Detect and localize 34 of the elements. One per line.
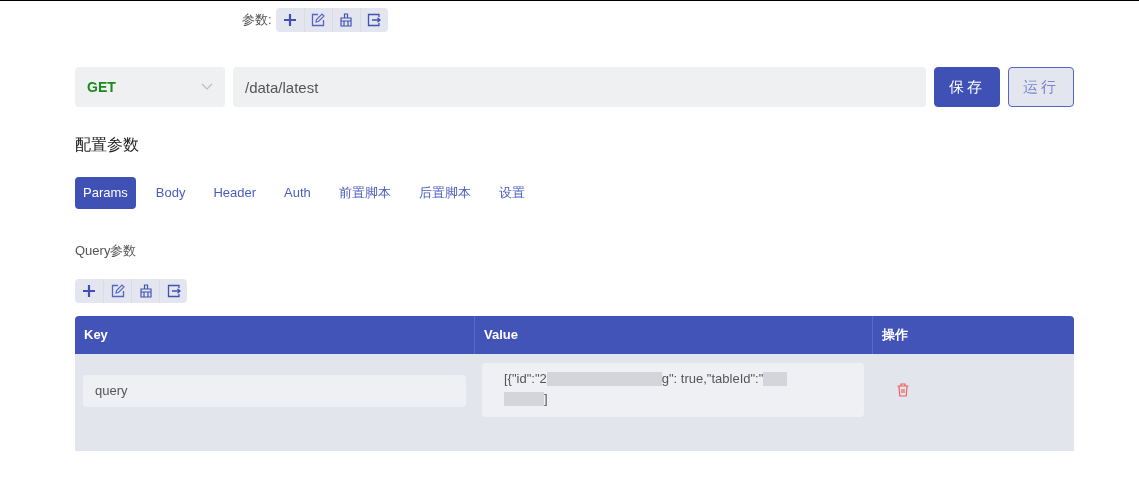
redaction-blur [504,392,544,407]
tab[interactable]: 前置脚本 [330,177,399,209]
tab[interactable]: 设置 [490,177,533,209]
plus-icon [82,283,96,298]
column-header: 操作 [882,325,908,344]
params-label: 参数: [242,11,272,30]
value-text: ] [544,390,548,406]
query-title: Query参数 [75,242,138,260]
value-text: [{"id":"2 [504,370,547,386]
column-header: Key [84,325,108,344]
export-icon [166,283,181,298]
tab[interactable]: Params [75,177,136,209]
export-icon [367,13,382,27]
edit-icon [110,283,125,298]
section-title: 配置参数 [75,135,140,155]
redaction-blur [763,372,788,387]
column-header: Value [484,325,518,344]
broom-icon [138,283,153,298]
tab[interactable]: Auth [276,177,319,209]
value-field[interactable]: [{"id":"2 g": true,"tableId":" ] [482,362,864,417]
save-button[interactable]: 保存 [934,67,1000,107]
url-field[interactable]: /data/latest [233,67,926,107]
method-select[interactable]: GET [75,67,225,107]
edit-icon [311,13,326,27]
value-text: g": true,"tableId":" [661,370,764,386]
tab[interactable]: 后置脚本 [410,177,479,209]
plus-icon [282,13,297,27]
trash-icon [897,382,909,397]
delete-button[interactable] [896,381,910,398]
broom-icon [339,13,354,27]
chevron-down-icon [201,83,213,91]
tab[interactable]: Header [205,177,265,209]
key-field[interactable]: query [83,374,466,407]
tab[interactable]: Body [147,177,194,209]
